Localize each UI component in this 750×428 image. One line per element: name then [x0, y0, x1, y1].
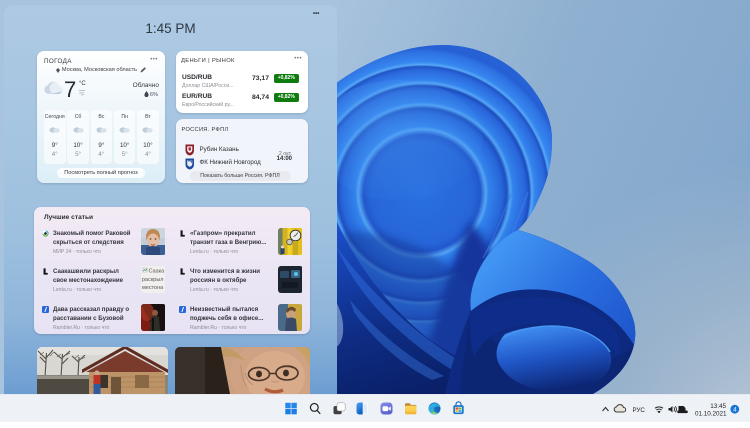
svg-text:4: 4 — [733, 407, 737, 414]
svg-text:Саака: Саака — [149, 269, 166, 275]
svg-text:01.10.2021: 01.10.2021 — [695, 411, 727, 418]
svg-text:РУС: РУС — [633, 407, 646, 414]
svg-text:13:45: 13:45 — [710, 403, 726, 410]
svg-text:местона: местона — [142, 285, 164, 291]
svg-text:раскрыл: раскрыл — [142, 277, 164, 283]
